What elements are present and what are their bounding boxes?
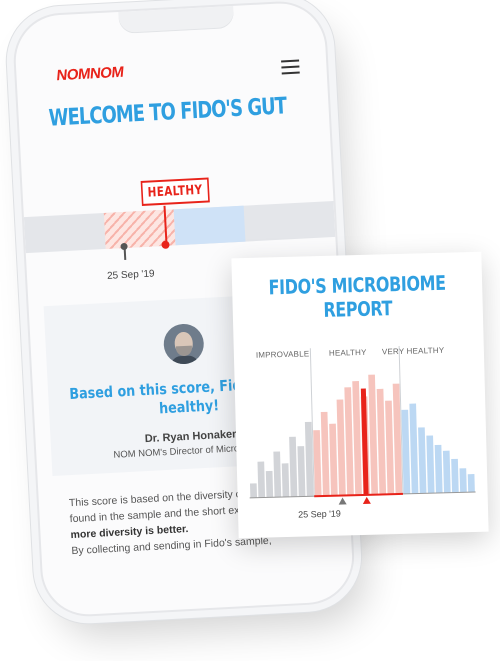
histogram-bar: [297, 446, 306, 497]
healthy-marker-dot: [161, 240, 170, 250]
histogram-bar: [265, 470, 274, 498]
histogram-bar: [273, 451, 282, 498]
score-date: 25 Sep '19: [106, 268, 155, 282]
score-very-healthy-zone: [173, 205, 246, 246]
histogram-bar: [257, 461, 266, 498]
histogram-bar: [442, 450, 451, 493]
histogram-bar: [368, 374, 379, 495]
score-marker-icon: [362, 496, 371, 504]
brand-logo[interactable]: NOMNOM: [56, 64, 124, 85]
histogram-bar: [385, 400, 395, 495]
histogram-bar: [451, 458, 459, 493]
histogram-bar: [409, 403, 419, 494]
histogram-bar: [289, 436, 298, 497]
histogram-bar: [467, 474, 475, 493]
date-pin-dot: [120, 242, 128, 251]
avatar: [162, 322, 205, 366]
explanation-emphasis: more diversity is better.: [70, 523, 189, 542]
microbiome-histogram: [249, 345, 476, 505]
histogram-bar: [249, 483, 258, 498]
report-date: 25 Sep '19: [297, 508, 341, 520]
histogram-bar: [281, 463, 290, 498]
microbiome-report-card: FIDO'S MICROBIOME REPORT IMPROVABLE HEAL…: [231, 251, 489, 539]
hamburger-menu-icon[interactable]: [281, 59, 300, 79]
phone-notch: [118, 5, 235, 34]
date-marker-icon: [338, 497, 347, 505]
histogram-bar: [336, 399, 346, 496]
histogram-bar: [352, 381, 362, 496]
histogram-bar: [344, 387, 354, 496]
healthy-tag: HEALTHY: [140, 177, 210, 206]
histogram-bar: [376, 388, 387, 495]
histogram-bar: [320, 411, 330, 497]
page-title: WELCOME TO FIDO'S GUT: [48, 93, 287, 132]
histogram-bar: [418, 427, 427, 494]
histogram-bar: [426, 435, 435, 494]
histogram-bar: [434, 444, 443, 494]
histogram-bar: [329, 423, 338, 496]
histogram-bar: [459, 468, 467, 493]
